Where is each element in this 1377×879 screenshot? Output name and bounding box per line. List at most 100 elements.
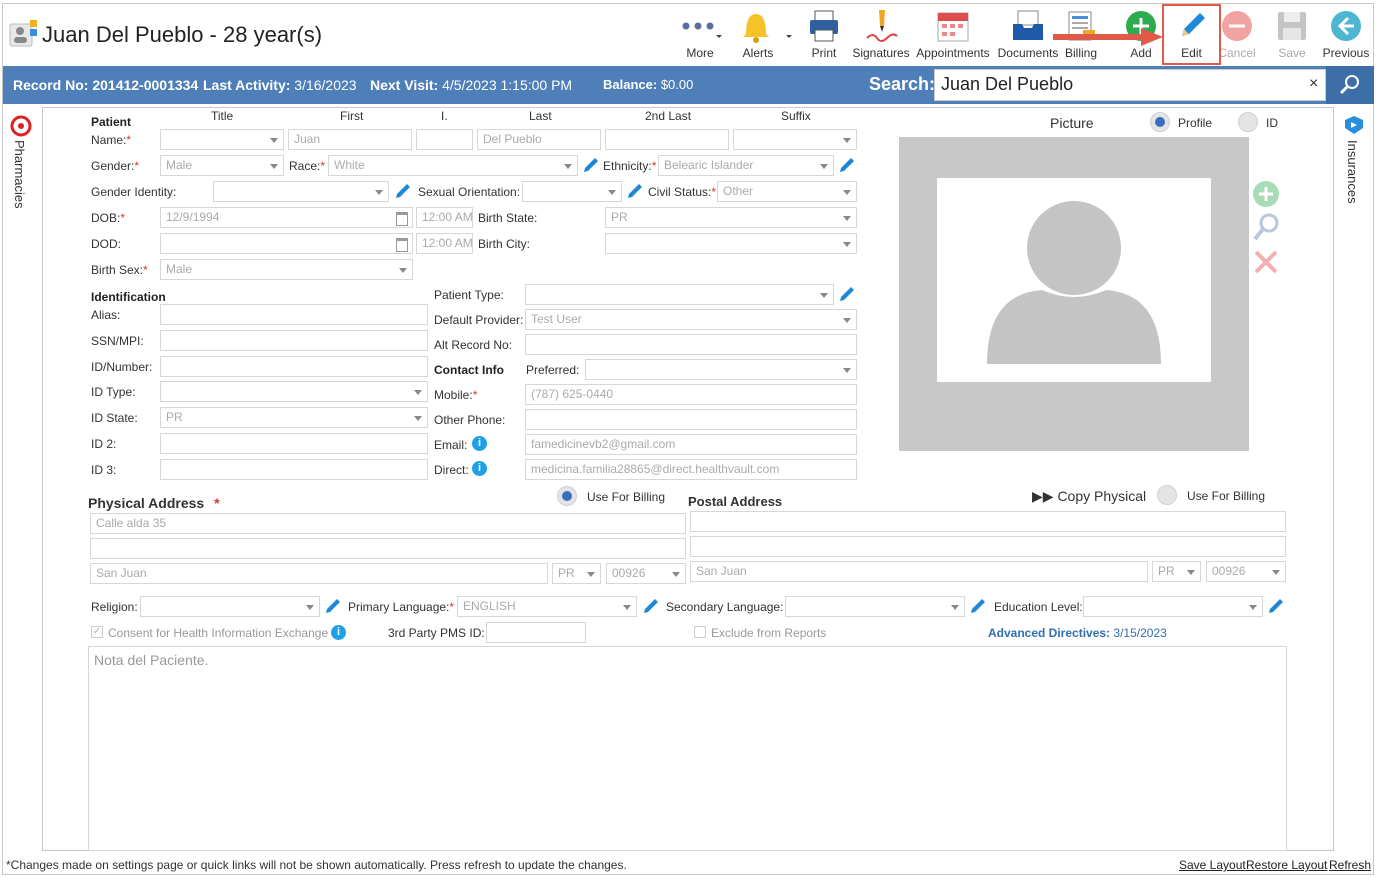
profile-radio[interactable]	[1150, 112, 1170, 132]
postal-state-select[interactable]: PR	[1152, 561, 1201, 582]
consent-info-icon[interactable]: i	[331, 625, 346, 640]
race-select[interactable]: White	[328, 155, 578, 176]
ethnicity-select[interactable]: Belearic Islander	[658, 155, 834, 176]
preferred-select[interactable]	[585, 359, 857, 380]
advanced-directives-link[interactable]: Advanced Directives: 3/15/2023	[988, 626, 1167, 640]
add-picture-icon[interactable]	[1252, 180, 1280, 208]
consent-checkbox[interactable]: ✓	[91, 626, 103, 638]
exclude-reports-checkbox[interactable]	[694, 626, 706, 638]
cancel-button[interactable]: Cancel	[1216, 6, 1258, 64]
secondary-language-edit-pencil-icon[interactable]	[969, 597, 987, 615]
suffix-select[interactable]	[733, 129, 857, 150]
id2-input[interactable]	[160, 433, 428, 454]
appointments-button[interactable]: Appointments	[914, 6, 992, 64]
education-edit-pencil-icon[interactable]	[1267, 597, 1285, 615]
record-info-bar: Record No: 201412-0001334 Last Activity:…	[3, 66, 1374, 104]
search-input[interactable]: Juan Del Pueblo	[934, 69, 1326, 101]
education-level-select[interactable]	[1083, 596, 1263, 617]
patient-type-select[interactable]	[525, 284, 834, 305]
gender-select[interactable]: Male	[160, 155, 284, 176]
documents-button[interactable]: Documents	[996, 6, 1060, 64]
alias-input[interactable]	[160, 304, 428, 325]
save-button[interactable]: Save	[1270, 6, 1314, 64]
signature-pen-icon	[866, 10, 898, 42]
print-button[interactable]: Print	[803, 6, 845, 64]
gender-identity-select[interactable]	[213, 181, 389, 202]
initial-input[interactable]	[416, 129, 473, 150]
gender-label: Gender:*	[91, 159, 140, 173]
postal-line2-input[interactable]	[690, 536, 1286, 557]
ethnicity-edit-pencil-icon[interactable]	[838, 156, 856, 174]
dob-time-input[interactable]: 12:00 AM	[416, 207, 473, 228]
physical-state-select[interactable]: PR	[552, 563, 601, 584]
mobile-input[interactable]: (787) 625-0440	[525, 384, 857, 405]
secondary-language-label: Secondary Language:	[666, 600, 784, 614]
postal-line1-input[interactable]	[690, 511, 1286, 532]
ssn-input[interactable]	[160, 330, 428, 351]
physical-line2-input[interactable]	[90, 538, 686, 559]
refresh-link[interactable]: Refresh	[1329, 858, 1371, 872]
clear-search-button[interactable]: ×	[1309, 75, 1318, 93]
consent-label: Consent for Health Information Exchange	[108, 626, 329, 640]
patient-notes-textarea[interactable]: Nota del Paciente.	[88, 646, 1287, 851]
primary-language-select[interactable]: ENGLISH	[457, 596, 637, 617]
physical-line1-input[interactable]: Calle alda 35	[90, 513, 686, 534]
primary-language-edit-pencil-icon[interactable]	[642, 597, 660, 615]
secondary-language-select[interactable]	[785, 596, 965, 617]
civil-status-select[interactable]: Other	[717, 181, 857, 202]
postal-city-input[interactable]: San Juan	[690, 561, 1148, 582]
postal-billing-radio[interactable]	[1157, 485, 1177, 505]
zoom-picture-icon[interactable]	[1252, 212, 1280, 242]
id-number-input[interactable]	[160, 356, 428, 377]
alerts-button[interactable]: Alerts	[732, 6, 792, 64]
last-name-input[interactable]: Del Pueblo	[477, 129, 601, 150]
more-button[interactable]: More	[676, 6, 724, 64]
birth-state-select[interactable]: PR	[605, 207, 857, 228]
first-name-input[interactable]: Juan	[288, 129, 412, 150]
physical-city-input[interactable]: San Juan	[90, 563, 548, 584]
dod-time-input[interactable]: 12:00 AM	[416, 233, 473, 254]
id-state-select[interactable]: PR	[160, 407, 428, 428]
physical-zip-select[interactable]: 00926	[606, 563, 686, 584]
email-label: Email:	[434, 438, 468, 452]
email-input[interactable]: famedicinevb2@gmail.com	[525, 434, 857, 455]
id-type-select[interactable]	[160, 381, 428, 402]
previous-button[interactable]: Previous	[1320, 6, 1372, 64]
billing-label: Billing	[1064, 46, 1097, 60]
delete-picture-icon[interactable]	[1252, 248, 1280, 276]
patient-type-edit-pencil-icon[interactable]	[838, 285, 856, 303]
id-radio[interactable]	[1238, 112, 1258, 132]
id3-input[interactable]	[160, 459, 428, 480]
alt-record-input[interactable]	[525, 334, 857, 355]
direct-input[interactable]: medicina.familia28865@direct.healthvault…	[525, 459, 857, 480]
email-info-icon[interactable]: i	[472, 436, 487, 451]
default-provider-select[interactable]: Test User	[525, 309, 857, 330]
sexual-orientation-edit-pencil-icon[interactable]	[626, 182, 644, 200]
sexual-orientation-select[interactable]	[522, 181, 622, 202]
primary-language-label: Primary Language:*	[348, 600, 455, 614]
pharmacies-tab[interactable]: Pharmacies	[8, 114, 34, 214]
postal-zip-select[interactable]: 00926	[1206, 561, 1286, 582]
profile-picture[interactable]	[937, 178, 1211, 382]
save-layout-link[interactable]: Save Layout	[1179, 858, 1246, 872]
religion-select[interactable]	[140, 596, 320, 617]
title-select[interactable]	[160, 129, 284, 150]
physical-billing-radio[interactable]	[557, 486, 577, 506]
copy-physical-link[interactable]: ▶▶ Copy Physical	[1032, 488, 1146, 505]
other-phone-input[interactable]	[525, 409, 857, 430]
pms-id-input[interactable]	[486, 622, 586, 643]
signatures-button[interactable]: Signatures	[850, 6, 912, 64]
restore-layout-link[interactable]: Restore Layout	[1246, 858, 1327, 872]
birth-sex-select[interactable]: Male	[160, 259, 413, 280]
dod-date-input[interactable]	[160, 233, 413, 254]
religion-edit-pencil-icon[interactable]	[324, 597, 342, 615]
second-last-name-input[interactable]	[605, 129, 729, 150]
dob-date-input[interactable]: 12/9/1994	[160, 207, 413, 228]
insurances-tab[interactable]: Insurances	[1341, 114, 1367, 214]
direct-info-icon[interactable]: i	[472, 461, 487, 476]
gender-identity-edit-pencil-icon[interactable]	[394, 182, 412, 200]
birth-city-select[interactable]	[605, 233, 857, 254]
pms-id-label: 3rd Party PMS ID:	[388, 626, 485, 640]
race-edit-pencil-icon[interactable]	[582, 156, 600, 174]
search-button[interactable]	[1326, 66, 1374, 104]
